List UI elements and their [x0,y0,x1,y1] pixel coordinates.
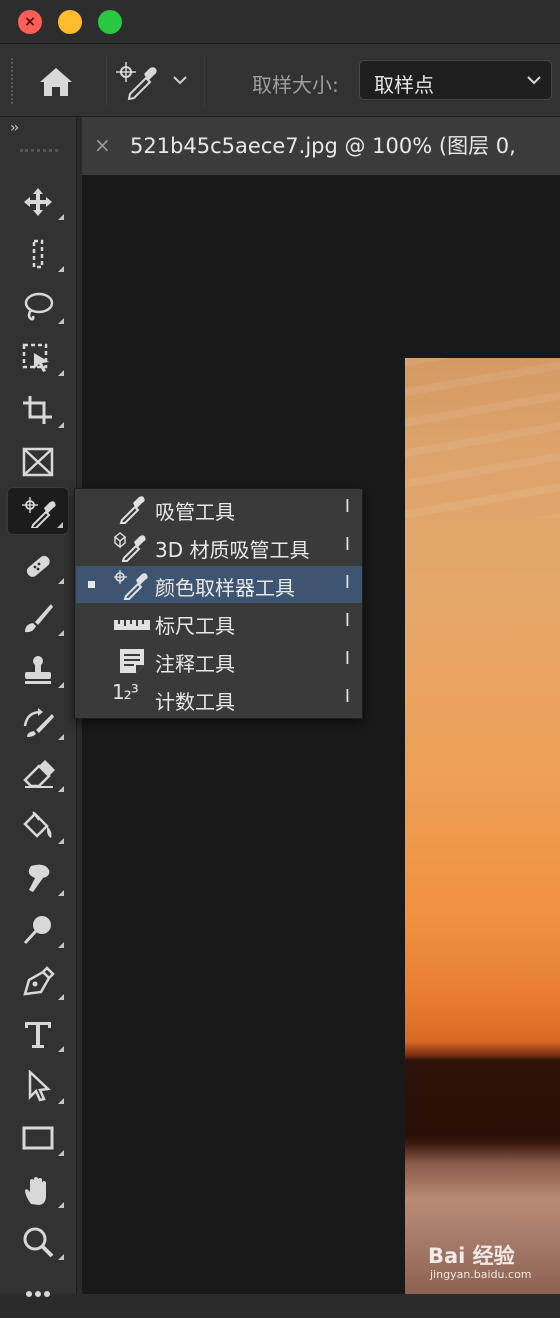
shortcut-key: I [344,610,350,631]
tool-pen[interactable] [7,958,69,1006]
tool-dodge[interactable] [7,906,69,954]
shortcut-key: I [344,572,350,593]
3d-material-eyedropper-icon [114,532,146,562]
sample-size-select[interactable]: 取样点 [359,60,552,100]
tool-type[interactable] [7,1010,69,1058]
tool-frame[interactable] [7,438,69,486]
hand-icon [25,1177,46,1205]
rectangle-icon [22,1126,54,1150]
color-sampler-icon [22,497,56,528]
path-select-icon [28,1070,51,1102]
ruler-icon [114,620,150,630]
tool-healing-brush[interactable] [7,542,69,590]
eraser-icon [23,760,55,788]
tool-hand[interactable] [7,1166,69,1214]
options-bar: 取样大小: 取样点 [0,44,560,117]
dodge-icon [23,916,51,945]
tool-rectangle[interactable] [7,1114,69,1162]
menu-item-eyedropper[interactable]: 吸管工具 I [76,490,362,527]
paint-bucket-icon [23,811,52,838]
tool-crop[interactable] [7,386,69,434]
document-tab-bar: × 521b45c5aece7.jpg @ 100% (图层 0, [82,117,560,175]
tab-close-icon[interactable]: × [94,133,111,157]
separator [204,56,205,106]
separator [106,56,107,106]
type-icon [25,1022,51,1048]
close-icon: × [24,14,36,30]
eyedropper-icon [119,496,145,524]
marquee-icon [32,239,44,269]
pen-icon [23,966,55,996]
tools-panel-grip[interactable] [20,149,58,155]
shortcut-key: I [344,686,350,707]
options-bar-grip[interactable] [11,58,15,104]
eyedropper-tool-flyout: 吸管工具 I 3D 材质吸管工具 I 颜色取样器工具 I 标尺工具 I 注释工具… [74,488,363,719]
object-select-icon [22,343,49,372]
home-button[interactable] [36,62,76,102]
count-icon: 1₂³ [112,680,139,704]
stamp-icon [25,656,51,684]
history-brush-icon [23,708,54,737]
tool-zoom[interactable] [7,1218,69,1266]
home-icon [40,68,72,96]
tool-color-sampler[interactable] [7,487,69,535]
document-tab[interactable]: × 521b45c5aece7.jpg @ 100% (图层 0, [82,117,560,175]
document-image[interactable] [405,358,560,1294]
selected-indicator [88,581,95,588]
shortcut-key: I [344,648,350,669]
tool-eraser[interactable] [7,750,69,798]
chevron-down-icon [173,76,187,85]
shortcut-key: I [344,496,350,517]
menu-item-count[interactable]: 1₂³ 计数工具 I [76,680,362,717]
more-icon [26,1291,50,1297]
tool-lasso[interactable] [7,282,69,330]
watermark-url: jingyan.baidu.com [430,1268,532,1281]
tool-smudge[interactable] [7,854,69,902]
tool-path-select[interactable] [7,1062,69,1110]
window-zoom-button[interactable] [98,10,122,34]
menu-item-label: 标尺工具 [155,614,235,638]
note-icon [120,649,144,673]
menu-item-label: 注释工具 [155,652,235,676]
tool-preset-picker[interactable] [114,60,194,101]
tools-panel: ›› [0,117,77,1297]
move-icon [24,188,52,216]
tool-marquee[interactable] [7,230,69,278]
window-close-button[interactable]: × [18,10,42,34]
smudge-icon [28,864,50,892]
menu-item-label: 颜色取样器工具 [155,576,295,600]
menu-item-note[interactable]: 注释工具 I [76,642,362,679]
document-title: 521b45c5aece7.jpg @ 100% (图层 0, [130,134,516,158]
color-sampler-icon [114,570,148,600]
tool-object-select[interactable] [7,334,69,382]
healing-brush-icon [26,555,50,577]
menu-item-label: 计数工具 [155,690,235,714]
lasso-icon [24,292,54,321]
color-sampler-icon [116,62,157,101]
tool-brush[interactable] [7,594,69,642]
collapse-panel-button[interactable]: ›› [10,120,19,136]
window-minimize-button[interactable] [58,10,82,34]
tool-stamp[interactable] [7,646,69,694]
chevron-down-icon [527,76,541,85]
brush-icon [25,604,53,633]
shortcut-key: I [344,534,350,555]
frame-icon [22,447,54,477]
tool-paint-bucket[interactable] [7,802,69,850]
menu-item-label: 吸管工具 [155,500,235,524]
zoom-icon [23,1227,54,1258]
title-bar: × [0,0,560,44]
tool-history-brush[interactable] [7,698,69,746]
tool-move[interactable] [7,178,69,226]
crop-icon [23,396,52,424]
sample-size-value: 取样点 [374,73,434,97]
menu-item-3d-material-eyedropper[interactable]: 3D 材质吸管工具 I [76,528,362,565]
menu-item-color-sampler[interactable]: 颜色取样器工具 I [76,566,362,603]
menu-item-ruler[interactable]: 标尺工具 I [76,604,362,641]
menu-item-label: 3D 材质吸管工具 [155,538,310,562]
watermark-logo: Bai 经验 [428,1244,515,1268]
sample-size-label: 取样大小: [252,73,339,97]
watermark: Bai 经验 jingyan.baidu.com [428,1240,558,1288]
tool-more[interactable] [7,1270,69,1318]
